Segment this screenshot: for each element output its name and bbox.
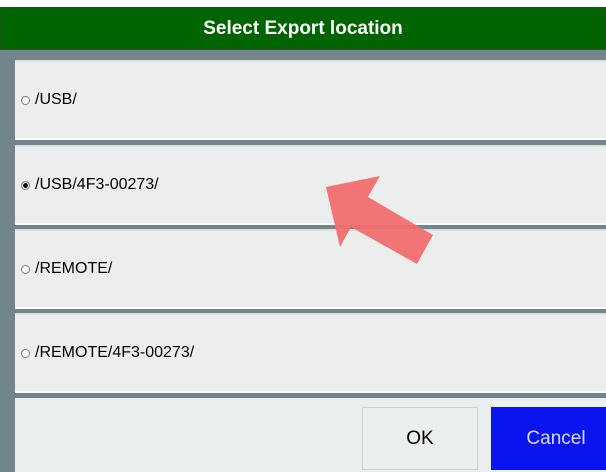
export-location-dialog: Select Export location /USB/ /USB/4F3-00… (0, 7, 606, 472)
screen: Select Export location /USB/ /USB/4F3-00… (0, 0, 606, 472)
option-remote[interactable]: /REMOTE/ (15, 229, 606, 309)
radio-button-selected-icon[interactable] (21, 180, 30, 190)
ok-button[interactable]: OK (362, 407, 478, 470)
button-bar: OK Cancel (15, 398, 606, 472)
option-usb[interactable]: /USB/ (15, 60, 606, 140)
radio-button-icon[interactable] (21, 95, 30, 105)
option-label: /REMOTE/4F3-00273/ (35, 344, 195, 361)
radio-button-icon[interactable] (21, 264, 30, 274)
option-list: /USB/ /USB/4F3-00273/ /REMOTE/ /REMOTE/4… (0, 50, 606, 398)
dialog-footer: OK Cancel (0, 398, 606, 472)
option-usb-4f3-00273[interactable]: /USB/4F3-00273/ (15, 145, 606, 225)
dialog-title: Select Export location (0, 7, 606, 50)
option-label: /USB/4F3-00273/ (35, 176, 159, 193)
option-label: /REMOTE/ (35, 260, 113, 277)
option-label: /USB/ (35, 91, 77, 108)
radio-button-icon[interactable] (21, 348, 30, 358)
cancel-button[interactable]: Cancel (491, 407, 606, 470)
option-remote-4f3-00273[interactable]: /REMOTE/4F3-00273/ (15, 313, 606, 393)
